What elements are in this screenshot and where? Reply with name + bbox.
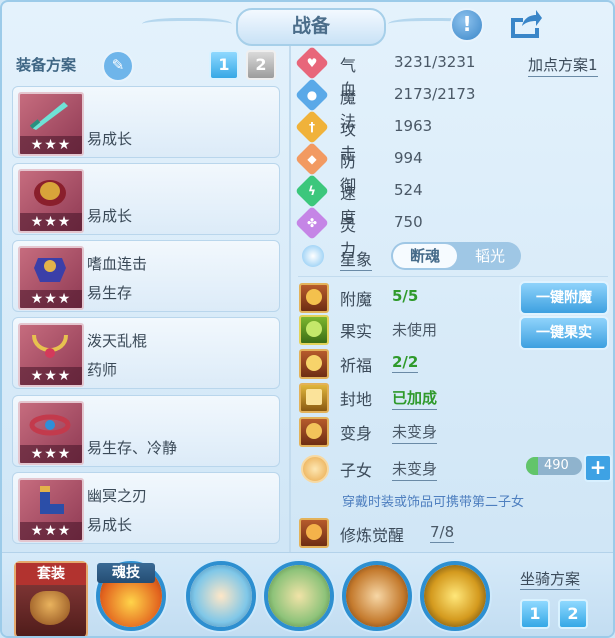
suit-button[interactable]: 套装 [14,561,88,636]
battle-prep-panel: 战备 ! 装备方案 ✎ 1 2 ★★★ 易成长 ★★★ 易成长 ★★★ 嗜血连击… [0,0,615,638]
stars: ★★★ [20,136,82,154]
fruit-icon [299,315,329,345]
star-sign-toggle[interactable]: 断魂 韬光 [391,242,521,270]
equip-attr: 易成长 [87,207,133,225]
equip-name: 嗜血连击 [87,255,148,273]
fief-label: 封地 [340,390,373,409]
equip-slot-5[interactable]: ★★★ 易生存、冷静 [12,395,280,467]
transform-value[interactable]: 未变身 [392,421,438,444]
mount-scheme-button-1[interactable]: 1 [520,599,550,629]
equip-attr: 易生存 [87,284,133,302]
equip-slot-1[interactable]: ★★★ 易成长 [12,86,280,158]
equip-attr: 易成长 [87,516,133,534]
equip-scheme-button-2[interactable]: 2 [246,50,276,80]
transform-icon [299,417,329,447]
skill-orb-slash[interactable] [342,561,412,631]
equip-attr: 药师 [87,361,118,379]
weapon-sword-icon: ★★★ [18,92,84,156]
add-plus-button[interactable]: + [584,454,612,482]
spirit-glyph: ✤ [306,216,318,230]
equip-name: 幽冥之刃 [87,487,148,505]
shield-glyph: ◆ [307,152,317,166]
equip-attr: 易成长 [87,130,133,148]
mount-scheme-button-2[interactable]: 2 [558,599,588,629]
equip-slot-2[interactable]: ★★★ 易成长 [12,163,280,235]
cauldron-icon [30,591,70,625]
mount-scheme-label: 坐骑方案 [520,570,581,590]
fief-value[interactable]: 已加成 [392,387,438,410]
stars: ★★★ [20,367,82,385]
enchant-value: 5/5 [392,287,419,305]
child-progress-bar: 490 [526,457,582,475]
suit-label: 套装 [16,563,86,585]
armor-icon: ★★★ [18,246,84,310]
title-ornament-left [142,18,232,33]
enchant-icon [299,283,329,313]
section-divider [298,276,608,277]
helmet-icon: ★★★ [18,169,84,233]
star-sign-label[interactable]: 星象 [340,246,373,271]
one-click-fruit-button[interactable]: 一键果实 [519,316,609,350]
alert-icon[interactable]: ! [450,8,484,42]
column-divider [289,46,291,552]
stars: ★★★ [20,213,82,231]
speed-glyph: ϟ [308,184,316,198]
child-value[interactable]: 未变身 [392,458,438,481]
stat-value: 2173/2173 [394,85,476,103]
share-icon[interactable] [508,8,542,38]
equip-scheme-button-1[interactable]: 1 [209,50,239,80]
belt-icon: ★★★ [18,401,84,465]
sword-glyph: † [309,120,315,134]
stat-value: 524 [394,181,423,199]
equip-slot-4[interactable]: ★★★ 泼天乱棍 药师 [12,317,280,389]
child-progress-fill [526,457,538,475]
equip-slot-3[interactable]: ★★★ 嗜血连击 易生存 [12,240,280,312]
mana-glyph: ● [306,88,318,102]
child-label: 子女 [340,461,373,480]
stars: ★★★ [20,445,82,463]
equip-name: 泼天乱棍 [87,332,148,350]
cultivation-label: 修炼觉醒 [340,526,405,545]
soul-skill-label: 魂技 [97,563,155,583]
fruit-value: 未使用 [392,321,438,339]
fief-icon [299,383,329,413]
stat-value: 994 [394,149,423,167]
child-icon [301,455,329,483]
enchant-label: 附魔 [340,290,373,309]
blessing-label: 祈福 [340,356,373,375]
cultivation-value[interactable]: 7/8 [430,523,455,543]
cultivation-icon [299,518,329,548]
toggle-option-active[interactable]: 断魂 [393,244,457,268]
window-title: 战备 [236,8,386,46]
blessing-icon [299,349,329,379]
attribute-plan-link[interactable]: 加点方案1 [528,54,598,77]
skill-orb-sword[interactable] [264,561,334,631]
heart-glyph: ♥ [306,56,318,70]
stars: ★★★ [20,290,82,308]
edit-pen-icon[interactable]: ✎ [102,50,134,82]
stat-value: 3231/3231 [394,53,476,71]
child-points: 490 [544,458,569,473]
one-click-enchant-button[interactable]: 一键附魔 [519,281,609,315]
equip-slot-6[interactable]: ★★★ 幽冥之刃 易成长 [12,472,280,544]
equip-attr: 易生存、冷静 [87,439,178,457]
stars: ★★★ [20,522,82,540]
blessing-value[interactable]: 2/2 [392,353,419,373]
fruit-label: 果实 [340,322,373,341]
star-sign-icon [302,245,324,267]
stat-value: 1963 [394,117,433,135]
skill-orb-blade[interactable] [420,561,490,631]
necklace-icon: ★★★ [18,323,84,387]
child-note-link[interactable]: 穿戴时装或饰品可携带第二子女 [342,491,524,510]
boots-icon: ★★★ [18,478,84,542]
toggle-option-inactive[interactable]: 韬光 [461,244,519,268]
skill-orb-fist[interactable] [186,561,256,631]
transform-label: 变身 [340,424,373,443]
stat-value: 750 [394,213,423,231]
equip-scheme-heading: 装备方案 [16,56,77,74]
